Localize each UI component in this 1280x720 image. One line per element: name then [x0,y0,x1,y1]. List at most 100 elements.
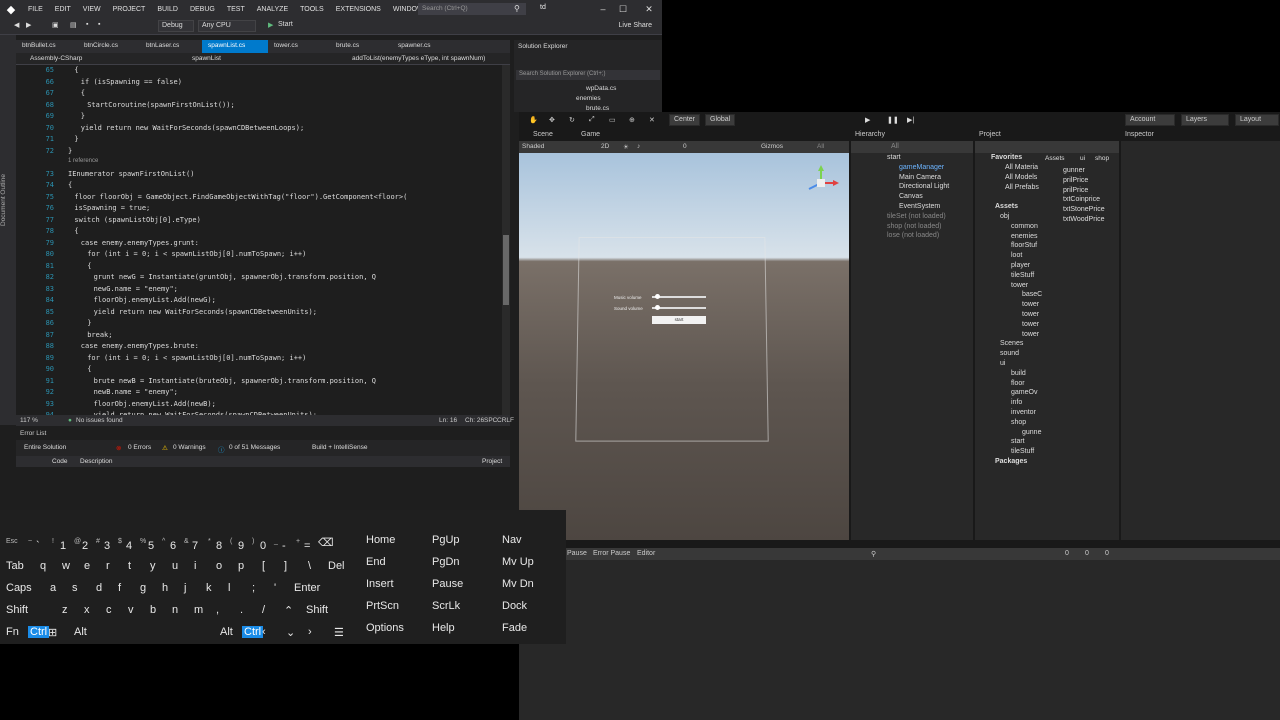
project-folder[interactable]: player [1011,262,1030,269]
key[interactable]: 7 [192,540,198,552]
start-play-icon[interactable]: ▶ [268,21,273,29]
transform-tool-icon[interactable]: ⊕ [629,116,635,124]
key-scrlk[interactable]: ScrLk [432,600,460,612]
tab-scene[interactable]: Scene [533,131,553,138]
maximize-icon[interactable]: ☐ [616,2,630,16]
project-folder[interactable]: floorStuf [1011,242,1037,249]
key[interactable]: q [40,560,46,572]
key-options[interactable]: Options [366,622,404,634]
key[interactable]: - [282,540,286,552]
console-error-count[interactable]: 0 [1105,550,1109,557]
down-arrow-icon[interactable]: ⌄ [286,626,295,639]
key[interactable]: ; [252,582,255,594]
hierarchy-item[interactable]: tileSet (not loaded) [887,213,946,220]
nav-class[interactable]: spawnList [192,55,221,62]
project-file[interactable]: prilPrice [1063,177,1088,184]
project-folder[interactable]: tileStuff [1011,272,1034,279]
menu-item-edit[interactable]: EDIT [49,6,77,13]
menu-item-analyze[interactable]: ANALYZE [251,6,294,13]
key[interactable]: r [106,560,110,572]
sound-volume-handle[interactable] [655,305,660,310]
key[interactable]: 5 [148,540,154,552]
music-volume-slider[interactable] [652,296,706,298]
key-pause[interactable]: Pause [432,578,463,590]
solution-search[interactable]: Search Solution Explorer (Ctrl+;) [516,70,660,80]
key[interactable]: v [128,604,134,616]
project-file[interactable]: txtCoinprice [1063,196,1100,203]
key-prtscn[interactable]: PrtScn [366,600,399,612]
back-icon[interactable]: ◀ [14,21,19,29]
key-end[interactable]: End [366,556,386,568]
project-folder[interactable]: enemies [1011,233,1037,240]
windows-key-icon[interactable]: ⊞ [48,626,57,639]
project-folder[interactable]: shop [1011,419,1026,426]
menu-item-build[interactable]: BUILD [151,6,184,13]
col-description[interactable]: Description [80,458,113,465]
key[interactable]: Shift [6,604,28,616]
key[interactable]: Caps [6,582,32,594]
key[interactable]: a [50,582,56,594]
key-pgup[interactable]: PgUp [432,534,460,546]
key[interactable]: g [140,582,146,594]
project-folder[interactable]: tower [1022,311,1039,318]
breadcrumb-item[interactable]: ui [1080,155,1085,162]
breadcrumb-item[interactable]: shop [1095,155,1109,162]
key[interactable]: p [238,560,244,572]
key[interactable]: 2 [82,540,88,552]
key[interactable]: 9 [238,540,244,552]
key[interactable]: y [150,560,156,572]
key-mv-dn[interactable]: Mv Dn [502,578,534,590]
document-outline-tab[interactable]: Document Outline [0,35,16,425]
shading-mode-select[interactable]: Shaded [522,143,544,150]
hierarchy-item[interactable]: lose (not loaded) [887,232,939,239]
key-help[interactable]: Help [432,622,455,634]
favorite-item[interactable]: All Prefabs [1005,184,1039,191]
key-pgdn[interactable]: PgDn [432,556,460,568]
open-icon[interactable]: ▤ [70,21,77,29]
project-folder[interactable]: sound [1000,350,1019,357]
key-mv-up[interactable]: Mv Up [502,556,534,568]
project-folder[interactable]: gunne [1022,429,1041,436]
left-arrow-icon[interactable]: ‹ [262,626,266,638]
project-folder[interactable]: obj [1000,213,1009,220]
key[interactable]: Ctrl [28,626,49,638]
pause-icon[interactable]: ❚❚ [887,116,899,124]
key[interactable]: b [150,604,156,616]
zoom-level[interactable]: 117 % [20,417,38,424]
project-file[interactable]: prilPrice [1063,187,1088,194]
key[interactable]: h [162,582,168,594]
key[interactable]: n [172,604,178,616]
save-icon[interactable]: ▪ [86,21,88,28]
scope-select[interactable]: Entire Solution [24,444,66,451]
key[interactable]: Tab [6,560,24,572]
solution-item[interactable]: enemies [576,95,601,102]
backspace-icon[interactable]: ⌫ [318,536,334,549]
menu-item-debug[interactable]: DEBUG [184,6,221,13]
key[interactable]: Alt [74,626,87,638]
editor-target-dropdown[interactable]: Editor [637,550,655,557]
key[interactable]: Fn [6,626,19,638]
build-filter[interactable]: Build + IntelliSense [312,444,367,451]
menu-item-file[interactable]: FILE [22,6,49,13]
packages-header[interactable]: Packages [995,458,1027,465]
project-folder[interactable]: Scenes [1000,340,1023,347]
key[interactable]: d [96,582,102,594]
menu-item-extensions[interactable]: EXTENSIONS [330,6,387,13]
key-dock[interactable]: Dock [502,600,527,612]
key[interactable]: e [84,560,90,572]
project-folder[interactable]: tower [1022,301,1039,308]
game-start-button[interactable]: start [652,316,706,324]
project-folder[interactable]: info [1011,399,1022,406]
key[interactable]: ' [274,582,276,594]
lighting-icon[interactable]: ☀ [623,143,629,151]
key[interactable]: u [172,560,178,572]
editor-tab[interactable]: tower.cs [268,40,330,53]
key[interactable]: i [194,560,196,572]
forward-icon[interactable]: ▶ [26,21,31,29]
key[interactable]: [ [262,560,265,572]
hierarchy-search[interactable]: All [891,143,899,150]
key[interactable]: m [194,604,203,616]
rect-tool-icon[interactable]: ▭ [609,116,616,124]
console-pause-toggle[interactable]: Pause [567,550,587,557]
scene-view[interactable]: Music volume Sound volume start [519,153,849,540]
